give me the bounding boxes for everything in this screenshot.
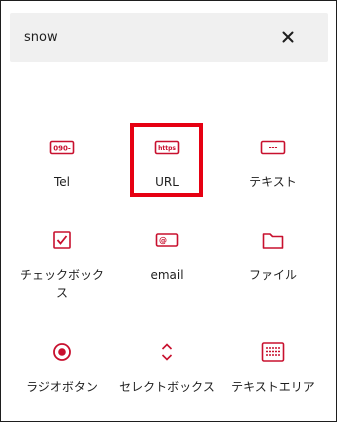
block-label: チェックボックス: [19, 268, 104, 300]
textarea-icon: [261, 342, 285, 362]
block-inserter-panel: 090- Tel https URL --- テキスト チェックボックス @ e…: [0, 0, 337, 422]
tel-icon: 090-: [49, 140, 75, 155]
svg-text:090-: 090-: [53, 145, 71, 153]
selection-highlight: [130, 123, 203, 197]
block-tel[interactable]: 090- Tel: [14, 135, 110, 191]
block-label: テキスト: [249, 175, 297, 189]
search-bar: [10, 13, 328, 62]
search-input[interactable]: [24, 25, 264, 49]
block-label: ラジオボタン: [26, 380, 98, 394]
block-label: Tel: [53, 175, 70, 189]
block-checkbox[interactable]: チェックボックス: [14, 228, 110, 302]
svg-text:@: @: [159, 236, 167, 245]
block-label: セレクトボックス: [119, 380, 215, 394]
block-text[interactable]: --- テキスト: [225, 135, 321, 191]
block-label: ファイル: [248, 268, 297, 282]
checkbox-icon: [53, 231, 71, 249]
block-textarea[interactable]: テキストエリア: [225, 340, 321, 396]
block-file[interactable]: ファイル: [225, 228, 321, 284]
svg-text:---: ---: [269, 144, 278, 152]
clear-search-button[interactable]: [276, 25, 300, 49]
block-label: テキストエリア: [231, 380, 315, 394]
close-icon: [282, 31, 294, 43]
block-email[interactable]: @ email: [119, 228, 215, 284]
folder-icon: [262, 233, 284, 249]
email-icon: @: [155, 233, 179, 247]
block-select[interactable]: セレクトボックス: [119, 340, 215, 396]
radio-icon: [53, 343, 71, 361]
block-radio[interactable]: ラジオボタン: [14, 340, 110, 396]
select-icon: [161, 343, 173, 361]
block-label: email: [150, 268, 184, 282]
text-icon: ---: [260, 140, 286, 155]
